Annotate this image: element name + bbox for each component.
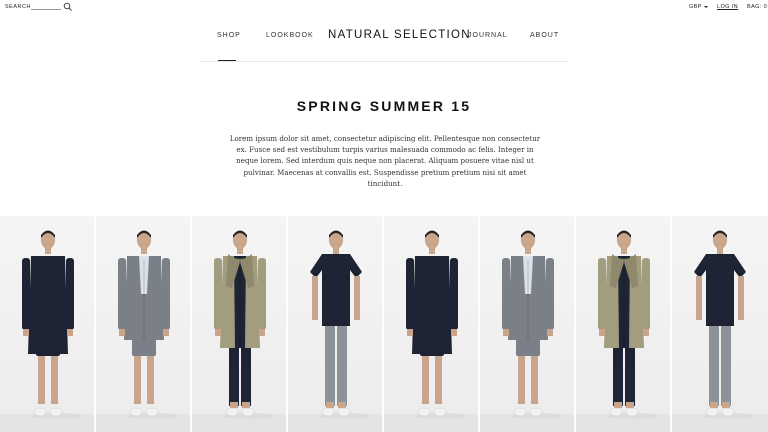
model-figure bbox=[22, 230, 82, 419]
model-figure bbox=[406, 230, 466, 419]
model-figure bbox=[694, 230, 754, 419]
lookbook-look[interactable] bbox=[192, 216, 288, 432]
nav-divider bbox=[200, 61, 568, 62]
lookbook-look[interactable] bbox=[480, 216, 576, 432]
lookbook-look[interactable] bbox=[288, 216, 384, 432]
bag-link[interactable]: BAG: 0 bbox=[747, 4, 767, 10]
caret-down-icon[interactable] bbox=[704, 6, 708, 8]
page-title: SPRING SUMMER 15 bbox=[296, 98, 472, 114]
model-figure bbox=[598, 230, 658, 419]
lookbook-look[interactable] bbox=[384, 216, 480, 432]
search-label: SEARCH bbox=[5, 4, 31, 10]
nav-shop[interactable]: SHOP bbox=[217, 32, 241, 39]
model-figure bbox=[502, 230, 562, 419]
nav-about[interactable]: ABOUT bbox=[530, 32, 559, 39]
lookbook-look[interactable] bbox=[576, 216, 672, 432]
search-icon[interactable] bbox=[63, 2, 73, 12]
model-figure bbox=[214, 230, 274, 419]
lookbook-look[interactable] bbox=[96, 216, 192, 432]
login-link[interactable]: LOG IN bbox=[717, 4, 738, 10]
model-figure bbox=[118, 230, 178, 419]
utility-bar: SEARCH GBP LOG IN BAG: 0 bbox=[0, 0, 768, 14]
currency-selector[interactable]: GBP bbox=[689, 4, 702, 10]
lookbook-look[interactable] bbox=[0, 216, 96, 432]
brand-logo[interactable]: NATURAL SELECTION bbox=[328, 29, 471, 41]
lookbook-strip bbox=[0, 216, 768, 432]
search-input[interactable] bbox=[31, 9, 61, 10]
intro-text: Lorem ipsum dolor sit amet, consectetur … bbox=[229, 134, 541, 188]
nav-lookbook[interactable]: LOOKBOOK bbox=[266, 32, 314, 39]
model-figure bbox=[310, 230, 370, 419]
lookbook-look[interactable] bbox=[672, 216, 768, 432]
nav-journal[interactable]: JOURNAL bbox=[468, 32, 508, 39]
